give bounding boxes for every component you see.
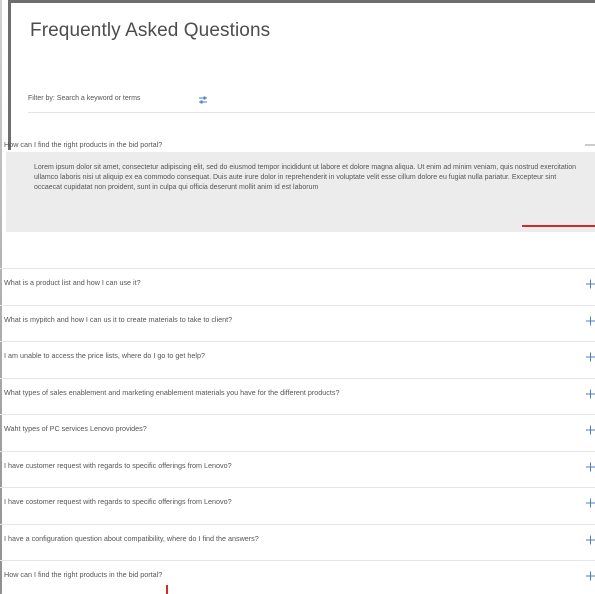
faq-question: I have customer request with regards to …	[4, 460, 232, 470]
faq-item[interactable]: What types of sales enablement and marke…	[0, 377, 595, 406]
plus-icon[interactable]	[583, 533, 595, 545]
faq-question: How can I find the right products in the…	[4, 570, 163, 579]
plus-icon[interactable]	[583, 569, 595, 581]
faq-question: I have a configuration question about co…	[4, 533, 259, 543]
minus-icon[interactable]	[583, 138, 595, 150]
plus-icon[interactable]	[583, 350, 595, 362]
faq-question: I am unable to access the price lists, w…	[4, 351, 205, 360]
faq-question: Waht types of PC services Lenovo provide…	[4, 424, 147, 433]
faq-question: What types of sales enablement and marke…	[4, 387, 340, 397]
red-marker-horizontal	[522, 225, 595, 227]
faq-item[interactable]: What is mypitch and how I can us it to c…	[0, 304, 595, 333]
faq-item[interactable]: I have customer request with regards to …	[0, 450, 595, 479]
faq-list: How can I find the right products in the…	[0, 0, 595, 594]
faq-question: What is a product list and how I can use…	[4, 278, 141, 287]
faq-item[interactable]: I have costomer request with regards to …	[0, 487, 595, 515]
plus-icon[interactable]	[583, 314, 595, 326]
faq-item[interactable]: I am unable to access the price lists, w…	[0, 341, 595, 369]
plus-icon[interactable]	[583, 460, 595, 472]
faq-answer-text: Lorem ipsum dolor sit amet, consectetur …	[34, 164, 576, 191]
faq-question: What is mypitch and how I can us it to c…	[4, 314, 233, 324]
faq-item[interactable]: Waht types of PC services Lenovo provide…	[0, 414, 595, 442]
faq-question: I have costomer request with regards to …	[4, 497, 232, 506]
plus-icon[interactable]	[583, 423, 595, 435]
plus-icon[interactable]	[583, 277, 595, 289]
red-marker-bottom	[166, 585, 168, 594]
faq-item[interactable]: I have a configuration question about co…	[0, 523, 595, 552]
faq-question: How can I find the right products in the…	[4, 139, 163, 149]
faq-item[interactable]: What is a product list and how I can use…	[0, 268, 595, 296]
plus-icon[interactable]	[583, 496, 595, 508]
plus-icon[interactable]	[583, 387, 595, 399]
faq-item[interactable]: How can I find the right products in the…	[0, 560, 595, 588]
